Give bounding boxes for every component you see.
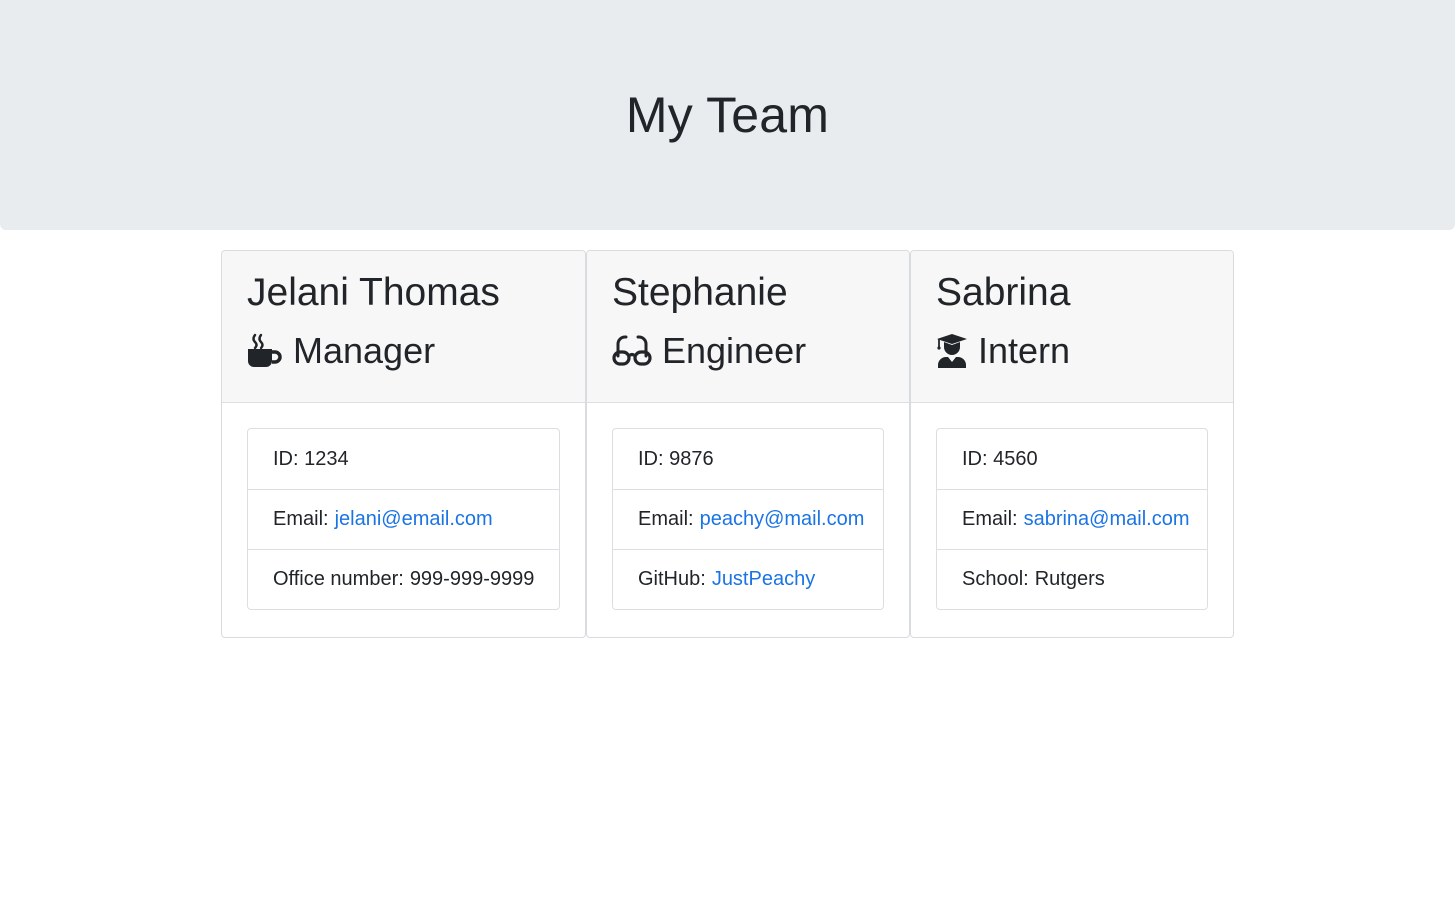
employee-card-intern: Sabrina Intern ID: 4560 Email: sabrina@m… — [910, 250, 1234, 638]
card-body: ID: 9876 Email: peachy@mail.com GitHub: … — [587, 403, 909, 635]
email-link[interactable]: peachy@mail.com — [700, 508, 865, 531]
id-item: ID: 9876 — [613, 429, 883, 489]
id-item: ID: 1234 — [248, 429, 559, 489]
employee-name: Stephanie — [612, 271, 788, 314]
github-label: GitHub: — [638, 568, 706, 590]
office-number-value: 999-999-9999 — [409, 568, 535, 590]
employee-role: Engineer — [612, 329, 884, 373]
details-list: ID: 1234 Email: jelani@email.com Office … — [247, 428, 560, 610]
role-label: Manager — [293, 330, 436, 371]
school-label: School: — [962, 568, 1029, 590]
email-label: Email: — [962, 508, 1018, 530]
coffee-mug-icon — [247, 333, 283, 369]
role-label: Engineer — [662, 330, 807, 371]
graduate-icon — [936, 333, 968, 369]
details-list: ID: 9876 Email: peachy@mail.com GitHub: … — [612, 428, 884, 610]
email-item: Email: peachy@mail.com — [613, 489, 883, 549]
email-link[interactable]: sabrina@mail.com — [1024, 508, 1190, 531]
school-value: Rutgers — [1034, 568, 1105, 590]
id-text: ID: 4560 — [962, 447, 1038, 470]
email-label: Email: — [638, 508, 694, 530]
card-header: Stephanie Engineer — [587, 251, 909, 403]
id-text: ID: 9876 — [638, 447, 714, 470]
card-body: ID: 4560 Email: sabrina@mail.com School:… — [911, 403, 1233, 635]
page-title: My Team — [625, 87, 830, 143]
details-list: ID: 4560 Email: sabrina@mail.com School:… — [936, 428, 1208, 610]
employee-card-manager: Jelani Thomas Manager ID: 1234 Email: je… — [221, 250, 586, 638]
card-header: Jelani Thomas Manager — [222, 251, 585, 403]
office-number-item: Office number: 999-999-9999 — [248, 549, 559, 609]
employee-name: Sabrina — [936, 271, 1071, 314]
card-header: Sabrina Intern — [911, 251, 1233, 403]
email-link[interactable]: jelani@email.com — [335, 508, 493, 531]
email-item: Email: sabrina@mail.com — [937, 489, 1207, 549]
github-item: GitHub: JustPeachy — [613, 549, 883, 609]
email-label: Email: — [273, 508, 329, 530]
id-item: ID: 4560 — [937, 429, 1207, 489]
card-body: ID: 1234 Email: jelani@email.com Office … — [222, 403, 585, 635]
github-link[interactable]: JustPeachy — [712, 568, 815, 591]
glasses-icon — [612, 334, 652, 368]
employee-name: Jelani Thomas — [247, 271, 500, 314]
page-header: My Team — [0, 0, 1455, 230]
employee-role: Intern — [936, 329, 1208, 373]
school-item: School: Rutgers — [937, 549, 1207, 609]
role-label: Intern — [978, 330, 1071, 371]
employee-card-engineer: Stephanie Engineer ID: 9876 Email: peach… — [586, 250, 910, 638]
employee-role: Manager — [247, 329, 560, 373]
email-item: Email: jelani@email.com — [248, 489, 559, 549]
office-number-label: Office number: — [273, 568, 404, 590]
id-text: ID: 1234 — [273, 447, 349, 470]
